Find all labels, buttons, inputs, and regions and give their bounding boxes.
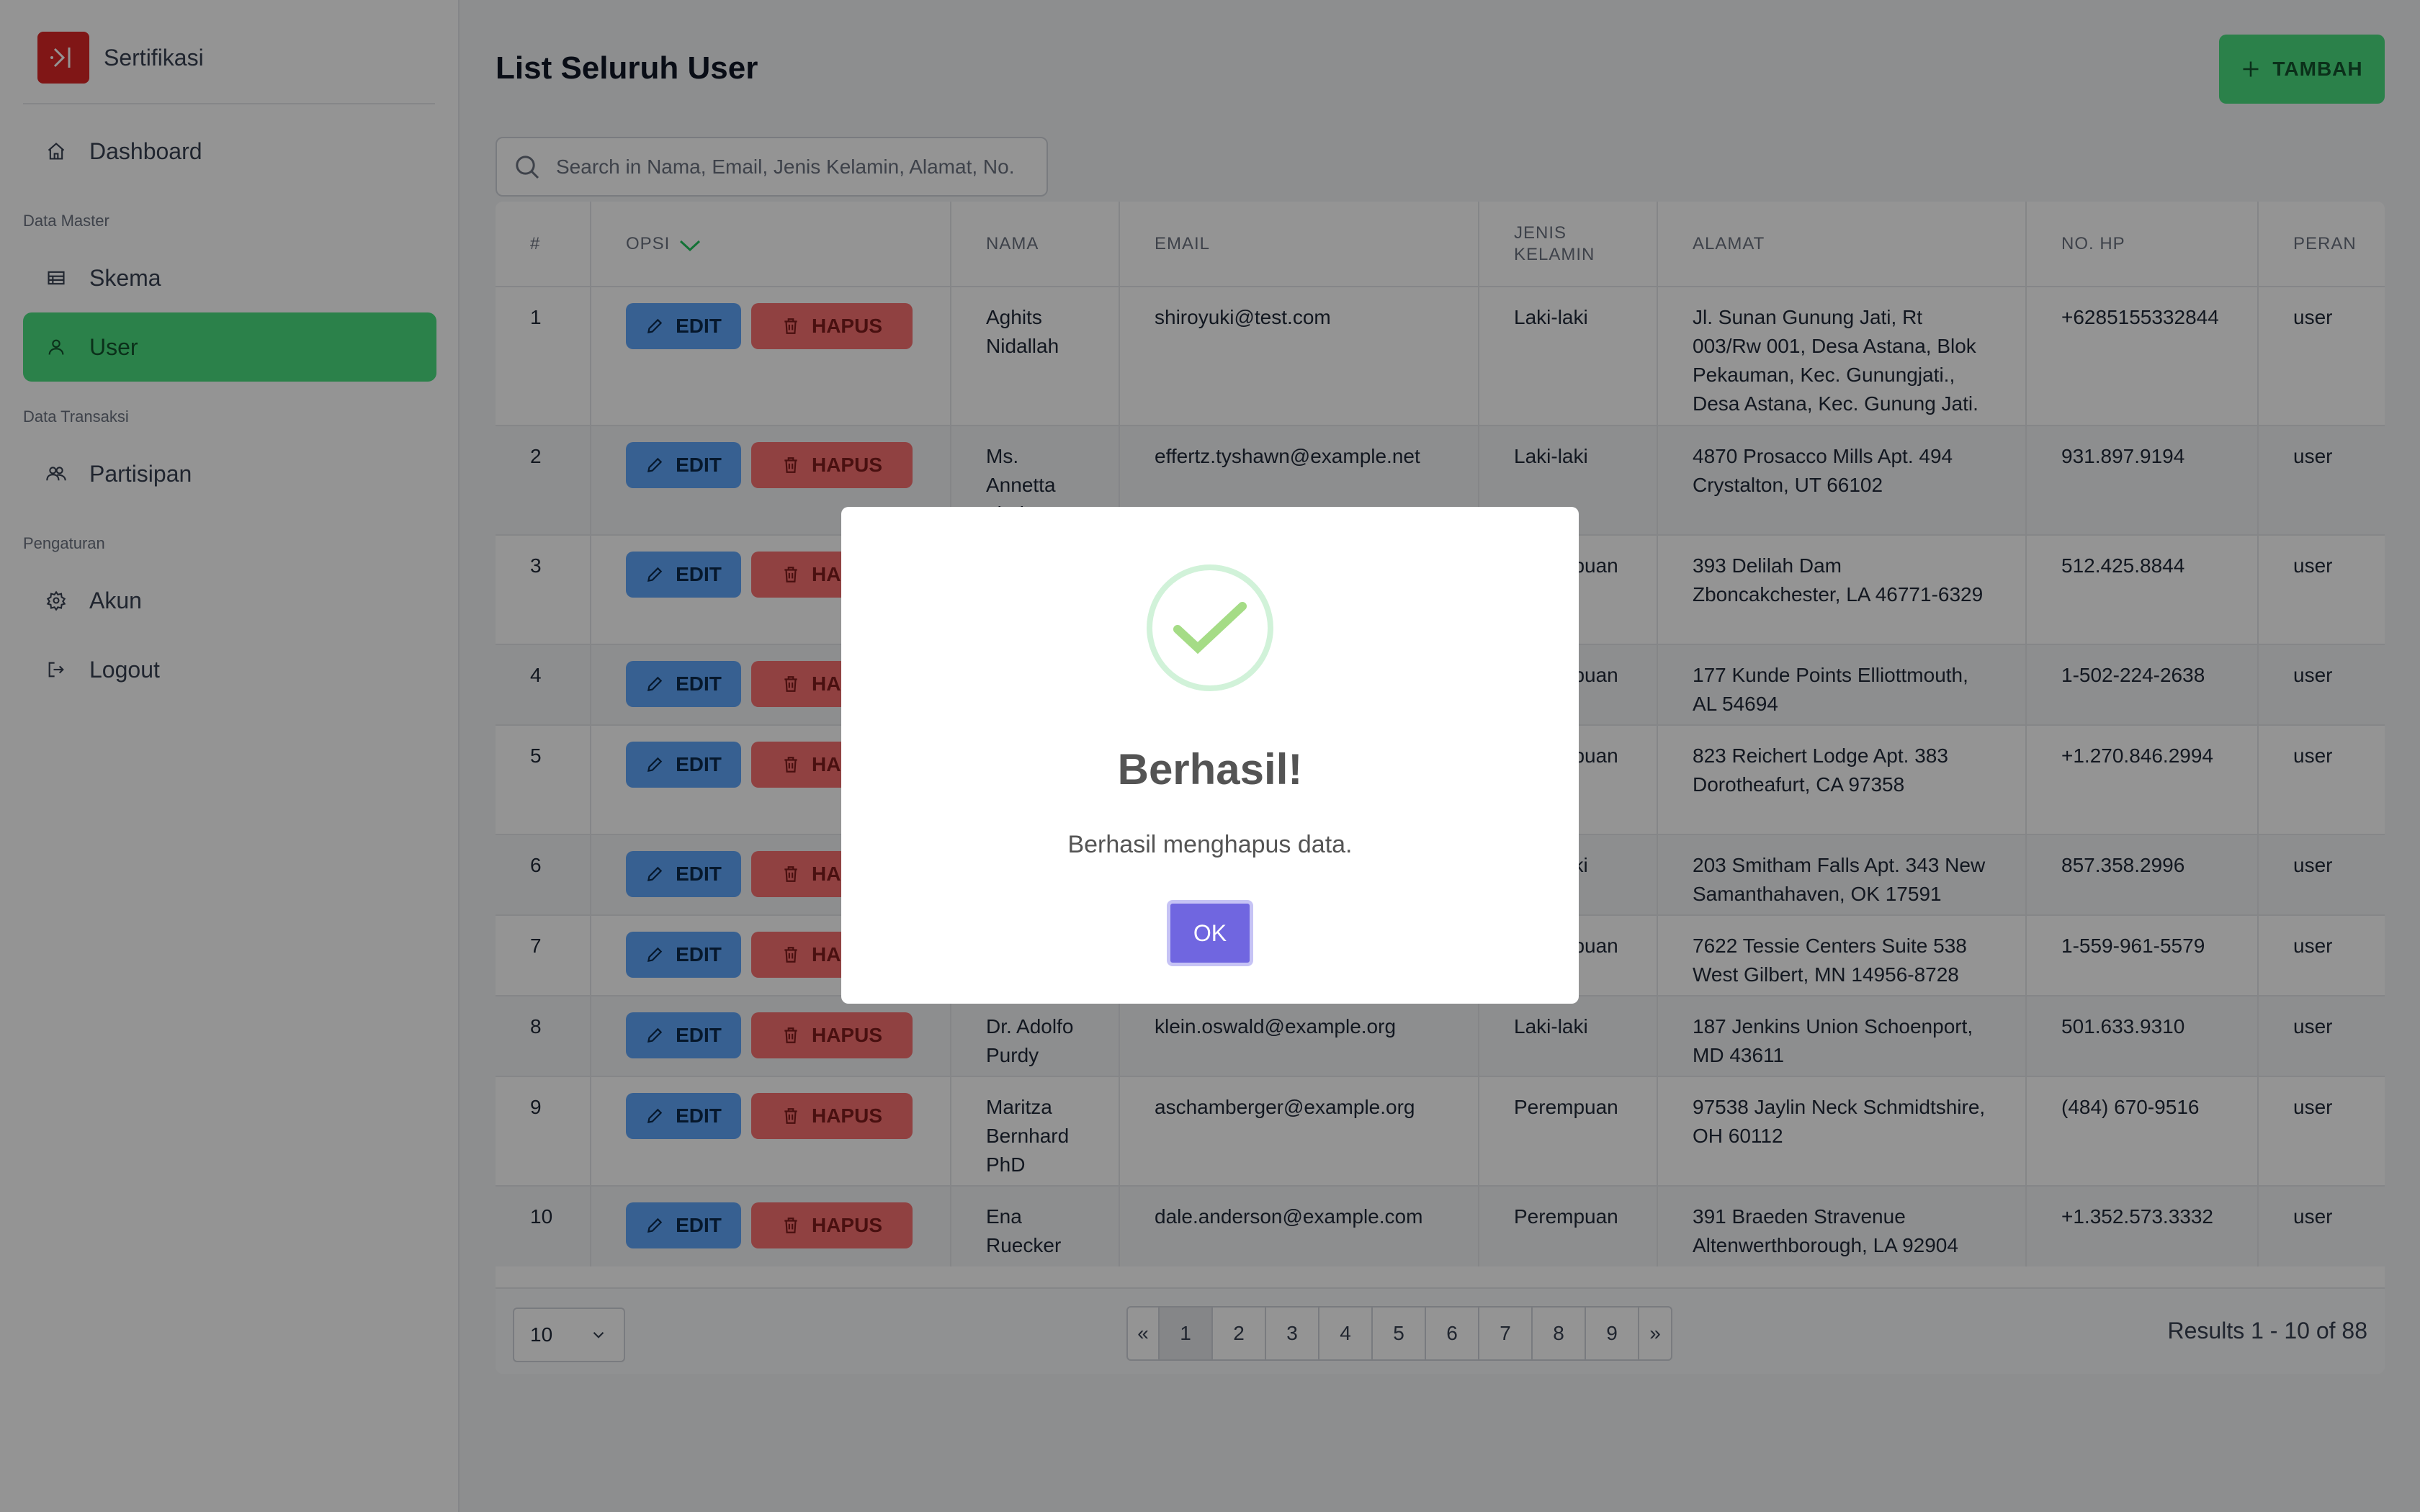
success-dialog: Berhasil! Berhasil menghapus data. OK	[841, 507, 1579, 1004]
dialog-message: Berhasil menghapus data.	[1067, 831, 1353, 858]
dialog-title: Berhasil!	[1117, 745, 1303, 793]
ok-button[interactable]: OK	[1167, 900, 1253, 966]
success-check-icon	[1147, 564, 1273, 691]
